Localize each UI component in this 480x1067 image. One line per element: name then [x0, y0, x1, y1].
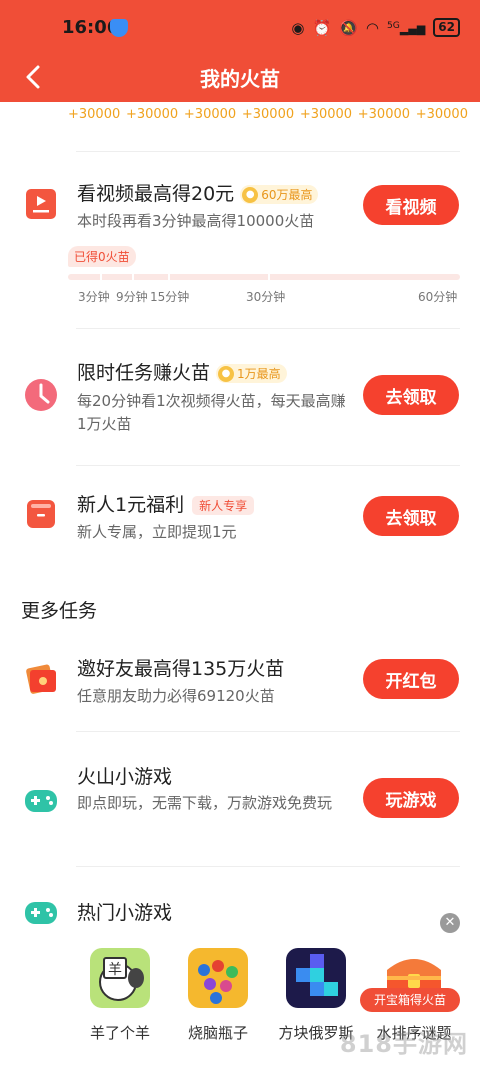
eye-icon: ◉ [291, 18, 305, 37]
video-play-icon [24, 187, 58, 221]
progress-tick-labels: 3分钟 9分钟 15分钟 30分钟 60分钟 [68, 288, 460, 306]
wifi-icon: ◠ [365, 18, 379, 37]
progress-tick [168, 274, 170, 280]
sheep-game-icon: 羊 [90, 948, 150, 1008]
divider [76, 328, 460, 329]
reward-step: +30000 [68, 107, 121, 122]
progress-tick [268, 274, 270, 280]
task-desc: 即点即玩，无需下载，万款游戏免费玩 [77, 794, 333, 812]
open-chest-label[interactable]: 开宝箱得火苗 [360, 988, 460, 1012]
svg-text:羊: 羊 [108, 962, 122, 978]
close-icon[interactable]: ✕ [440, 913, 460, 933]
divider [76, 151, 460, 152]
game-name: 烧脑瓶子 [187, 1024, 248, 1042]
game-item[interactable]: 羊 羊了个羊 [72, 948, 168, 1043]
battery-icon: 62 [433, 18, 460, 37]
game-item[interactable]: 烧脑瓶子 [170, 948, 266, 1043]
shield-icon [110, 19, 128, 37]
reward-step: +30000 [415, 107, 468, 122]
tick-label: 9分钟 [116, 290, 148, 304]
divider [76, 465, 460, 466]
progress-bar [68, 274, 460, 280]
reward-steps: +30000 +30000 +30000 +30000 +30000 +3000… [68, 107, 468, 122]
claim-button[interactable]: 去领取 [363, 496, 459, 536]
task-title: 限时任务赚火苗 ● 1万最高 [77, 358, 287, 385]
newcomer-badge: 新人专享 [192, 496, 255, 515]
divider [76, 866, 460, 867]
tick-label: 60分钟 [418, 290, 458, 304]
task-desc: 任意朋友助力必得69120火苗 [77, 687, 275, 705]
reward-step: +30000 [125, 107, 179, 122]
reward-step: +30000 [183, 107, 237, 122]
watch-video-button[interactable]: 看视频 [363, 185, 459, 225]
clock-icon [24, 378, 58, 412]
reward-step: +30000 [299, 107, 353, 122]
section-title: 更多任务 [21, 600, 98, 622]
red-envelope-icon [24, 662, 58, 696]
divider [76, 731, 460, 732]
task-desc: 每20分钟看1次视频得火苗，每天最高赚1万火苗 [77, 392, 346, 433]
bottle-game-icon [188, 948, 248, 1008]
alarm-icon: ⏰ [312, 18, 332, 37]
game-name: 羊了个羊 [89, 1024, 150, 1042]
app-bar: 我的火苗 [0, 54, 480, 102]
earned-tag: 已得0火苗 [68, 246, 136, 267]
watch-progress: 已得0火苗 3分钟 9分钟 15分钟 30分钟 60分钟 [68, 246, 460, 306]
claim-button[interactable]: 去领取 [363, 375, 459, 415]
page-title: 我的火苗 [200, 67, 280, 91]
task-title: 看视频最高得20元 ● 60万最高 [77, 179, 319, 206]
progress-tick [100, 274, 102, 280]
tetris-game-icon [286, 948, 346, 1008]
status-bar: 16:06 ◉ ⏰ 🔕 ◠ 5G▂▄▆ 62 [0, 0, 480, 54]
coin-icon: ● [218, 365, 235, 382]
tick-label: 30分钟 [246, 290, 286, 304]
mute-icon: 🔕 [339, 18, 358, 37]
gamepad-icon [24, 784, 58, 818]
status-icons: ◉ ⏰ 🔕 ◠ 5G▂▄▆ 62 [291, 18, 460, 37]
max-reward-badge: ● 60万最高 [240, 185, 319, 204]
reward-step: +30000 [357, 107, 411, 122]
task-title: 邀好友最高得135万火苗 [77, 658, 285, 680]
gamepad-icon [24, 896, 58, 930]
play-game-button[interactable]: 玩游戏 [363, 778, 459, 818]
signal-icon: 5G▂▄▆ [386, 19, 426, 36]
progress-tick [132, 274, 134, 280]
task-desc: 本时段再看3分钟最高得10000火苗 [77, 212, 315, 230]
watermark: 818手游网 [339, 1030, 468, 1058]
task-title: 火山小游戏 [77, 766, 173, 788]
open-red-envelope-button[interactable]: 开红包 [363, 659, 459, 699]
max-reward-badge: ● 1万最高 [216, 364, 287, 383]
task-title: 热门小游戏 [77, 902, 173, 924]
coin-icon: ● [242, 186, 259, 203]
tick-label: 3分钟 [78, 290, 110, 304]
task-desc: 新人专属，立即提现1元 [77, 523, 237, 541]
tick-label: 15分钟 [150, 290, 190, 304]
task-title: 新人1元福利 新人专享 [77, 490, 255, 517]
wallet-icon [24, 497, 58, 531]
reward-step: +30000 [241, 107, 295, 122]
